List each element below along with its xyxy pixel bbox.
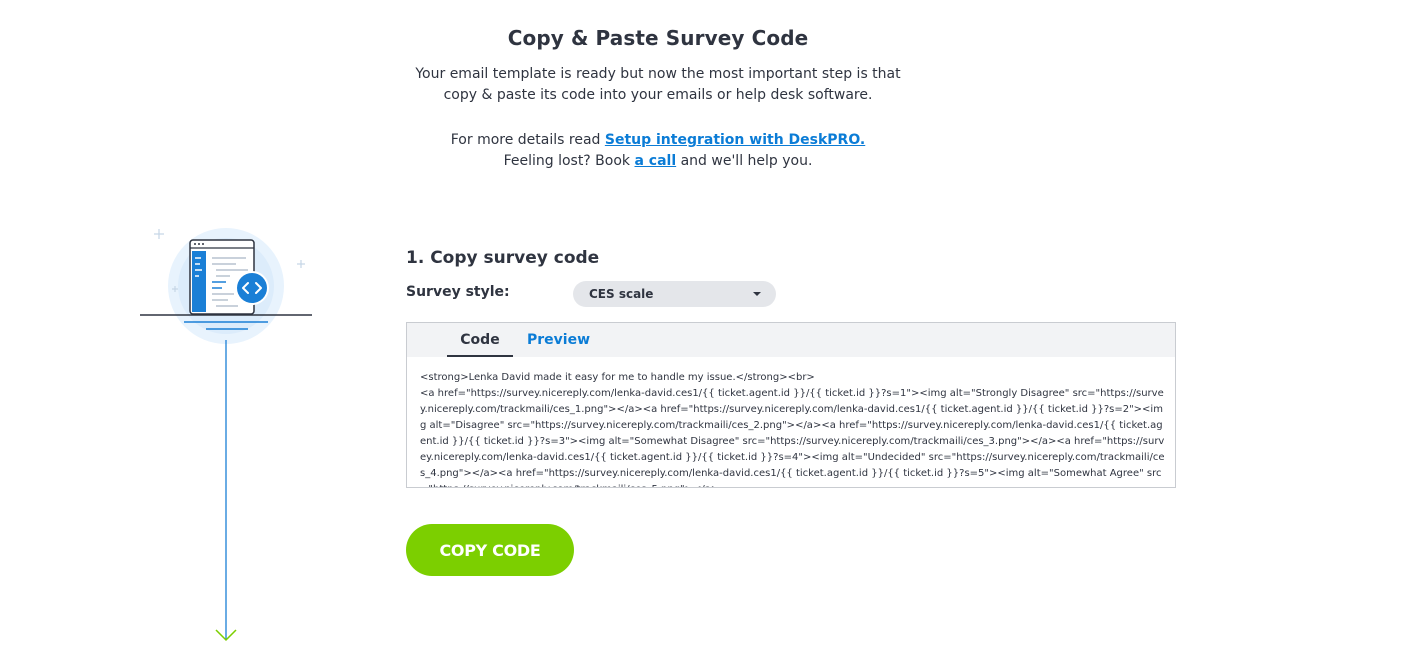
code-tabs: Code Preview [407, 323, 1175, 357]
page-title: Copy & Paste Survey Code [507, 26, 809, 50]
details-text: For more details read Setup integration … [0, 130, 1316, 172]
lost-prefix: Feeling lost? Book [503, 153, 635, 169]
copy-code-button[interactable]: COPY CODE [406, 524, 574, 576]
page-header: Copy & Paste Survey Code Your email temp… [0, 26, 1316, 172]
survey-style-label: Survey style: [406, 284, 510, 300]
tab-code[interactable]: Code [447, 323, 513, 357]
survey-style-select[interactable]: CES scale [573, 281, 776, 307]
details-line: For more details read Setup integration … [0, 130, 1316, 151]
survey-style-value: CES scale [589, 287, 654, 301]
details-prefix: For more details read [450, 132, 605, 148]
arrow-down-icon [215, 340, 237, 642]
chevron-down-icon [753, 292, 761, 296]
intro-text: Your email template is ready but now the… [415, 66, 901, 103]
lost-suffix: and we'll help you. [676, 153, 813, 169]
code-panel: Code Preview <strong>Lenka David made it… [406, 322, 1176, 488]
section-title-copy-code: 1. Copy survey code [406, 248, 600, 268]
setup-integration-link[interactable]: Setup integration with DeskPRO. [605, 132, 865, 148]
code-illustration [138, 224, 318, 644]
tab-preview[interactable]: Preview [527, 323, 590, 357]
survey-code-textarea[interactable]: <strong>Lenka David made it easy for me … [420, 370, 1167, 487]
book-call-link[interactable]: a call [634, 153, 676, 169]
lost-line: Feeling lost? Book a call and we'll help… [0, 151, 1316, 172]
